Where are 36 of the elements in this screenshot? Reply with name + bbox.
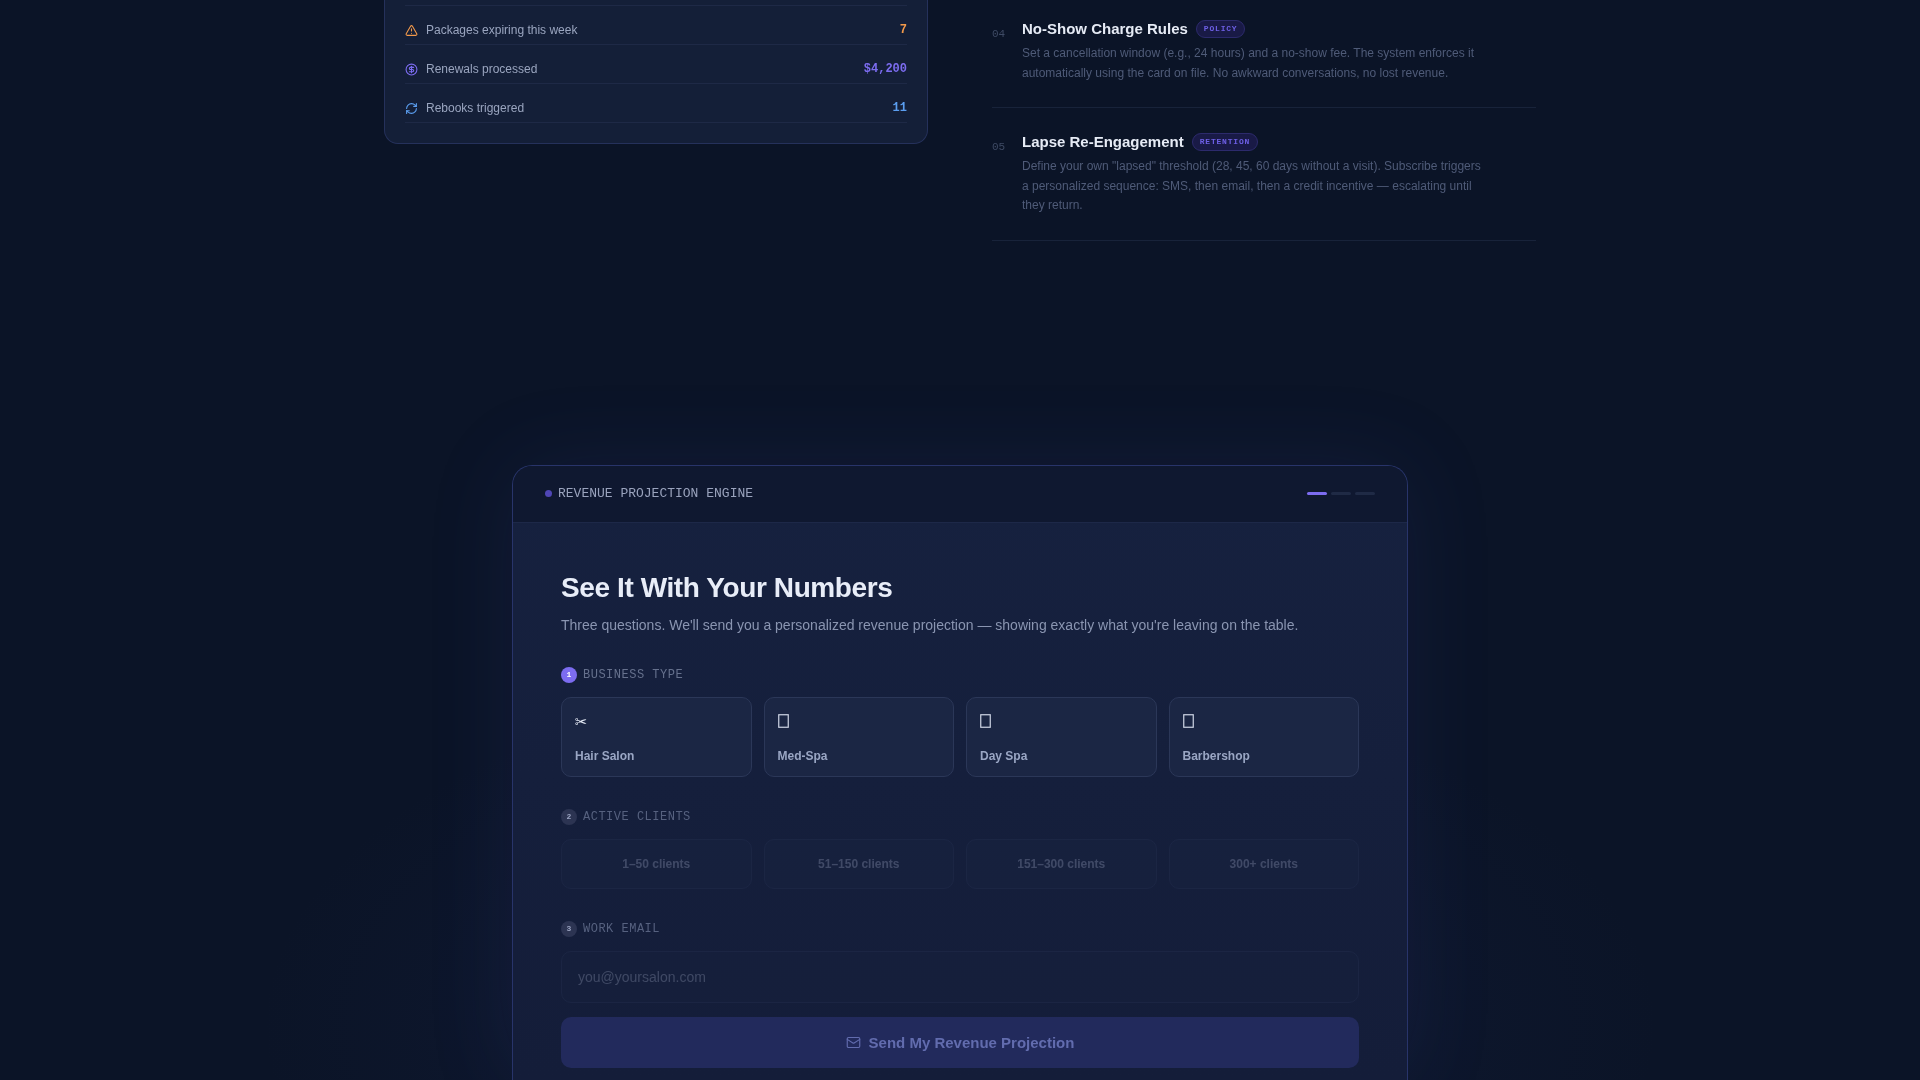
feature-tag: RETENTION: [1191, 133, 1259, 151]
business-type-option[interactable]: Day Spa: [966, 696, 1157, 777]
engine-label: REVENUE PROJECTION ENGINE: [558, 486, 754, 501]
step-number: 3: [561, 920, 577, 937]
feature-number: 04: [992, 27, 1007, 41]
form-title: See It With Your Numbers: [561, 570, 894, 605]
step-number: 1: [561, 666, 577, 683]
business-type-option[interactable]: Barbershop: [1168, 696, 1359, 777]
dot-icon: [545, 490, 552, 497]
stat-label: Packages expiring this week: [426, 23, 579, 37]
stat-value: 11: [892, 101, 907, 115]
rectangle-icon: [777, 713, 789, 728]
form-subtitle: Three questions. We'll send you a personalized revenue projection — showing exactly what you're leaving on the table.: [561, 615, 1300, 635]
feature-description: Set a cancellation window (e.g., 24 hours) and a no-show fee. The system enforces it automatically using the card on file. No awkward conversations, no lost revenue.: [1022, 45, 1476, 82]
rectangle-icon: [1182, 713, 1194, 728]
stat-label: Rebooks triggered: [426, 101, 526, 115]
step-number: 2: [561, 808, 577, 825]
feature-description: Define your own "lapsed" threshold (28, 45, 60 days without a visit). Subscribe triggers a personalized sequence: SMS, then email, then a credit incentive — escalating until they return.: [1022, 158, 1482, 214]
feature-title: Lapse Re-Engagement: [1022, 133, 1184, 151]
business-type-option[interactable]: ✂ Hair Salon: [561, 696, 752, 777]
feature-title: No-Show Charge Rules: [1022, 20, 1188, 38]
feature-number: 05: [992, 140, 1007, 154]
feature-tag: POLICY: [1195, 20, 1246, 38]
business-type-option[interactable]: Med-Spa: [763, 696, 954, 777]
rectangle-icon: [980, 713, 991, 728]
stat-value: $4,200: [863, 62, 907, 76]
scissors-icon: ✂: [575, 713, 588, 730]
stat-label: Renewals processed: [426, 62, 539, 76]
step-label: ACTIVE CLIENTS: [583, 808, 691, 825]
warning-icon: [405, 23, 418, 37]
mail-icon: [845, 1034, 861, 1050]
dollar-circle-icon: [405, 62, 418, 76]
stat-value: 7: [899, 23, 907, 37]
step-label: BUSINESS TYPE: [583, 666, 684, 683]
refresh-icon: [405, 101, 418, 115]
step-label: WORK EMAIL: [583, 920, 660, 937]
